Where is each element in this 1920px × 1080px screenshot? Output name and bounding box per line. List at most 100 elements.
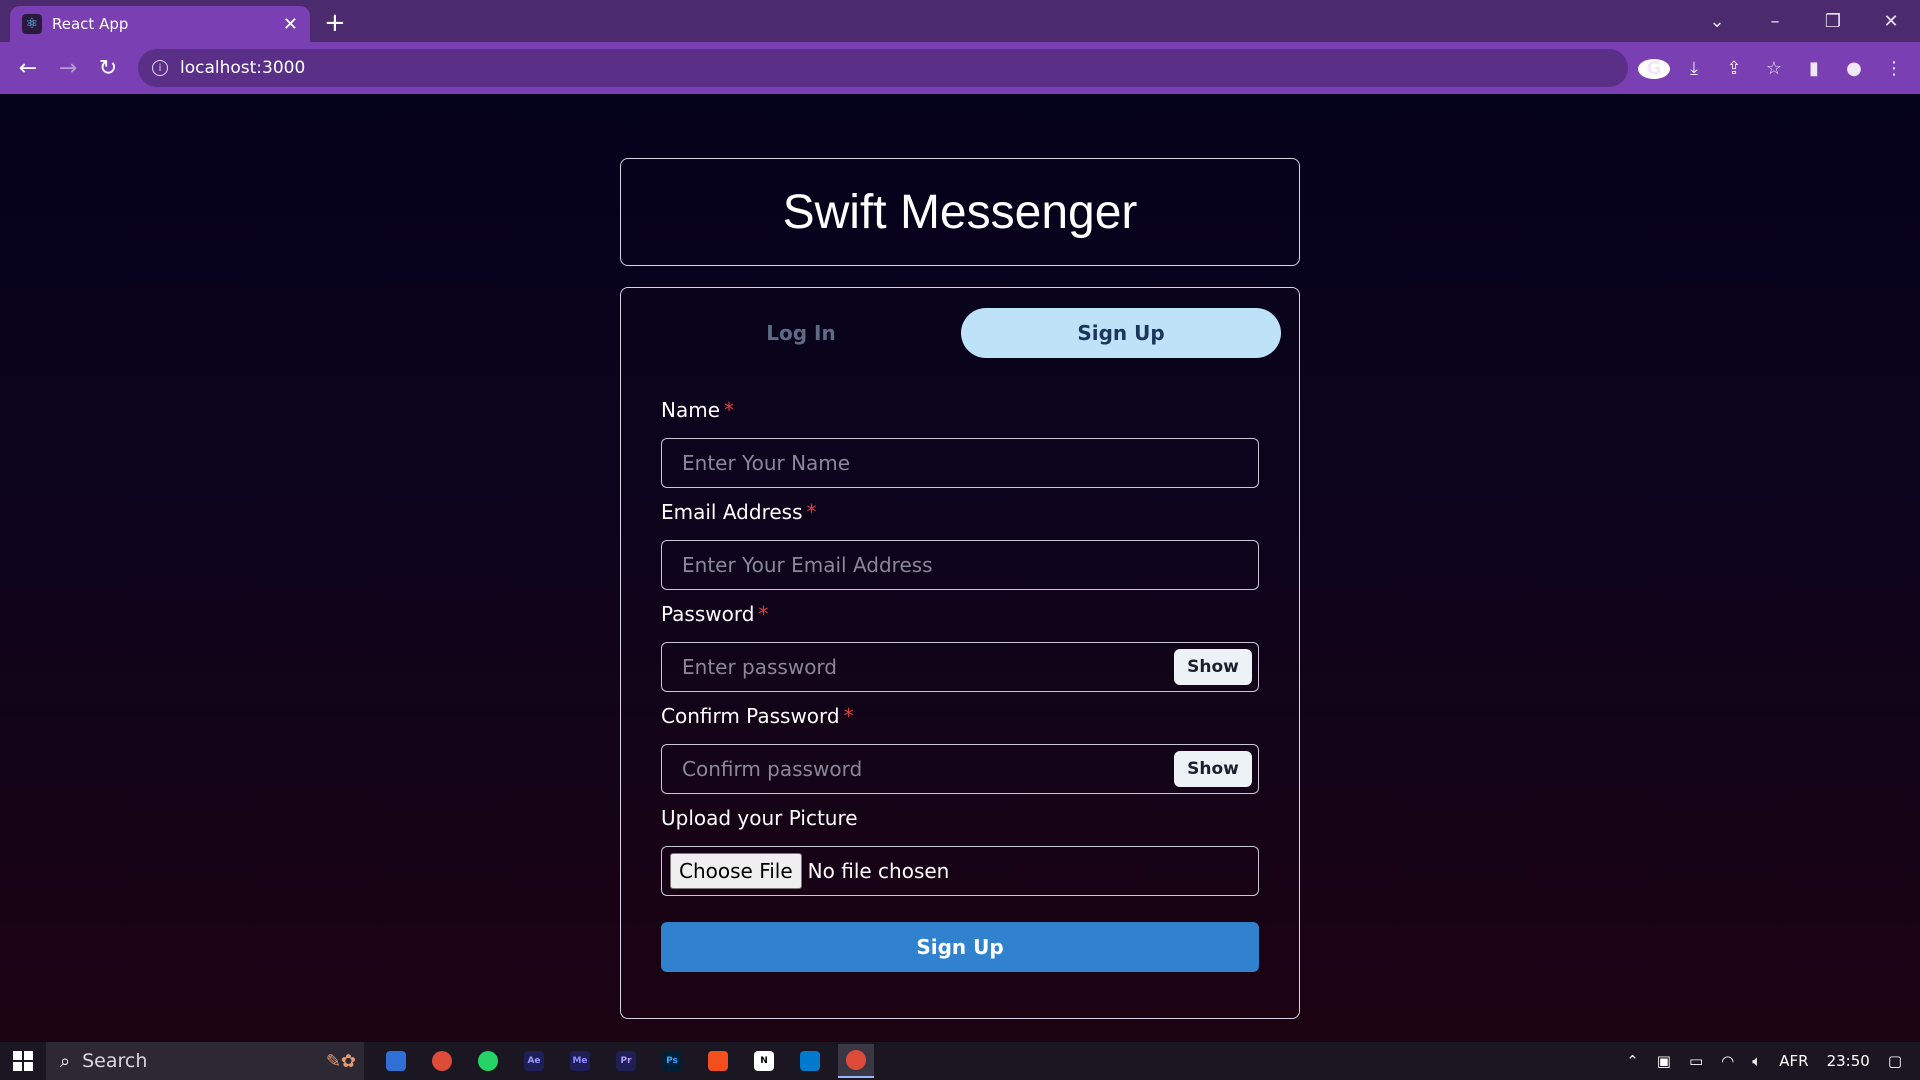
taskbar-app-figma[interactable] <box>700 1044 736 1078</box>
restore-icon[interactable]: ❐ <box>1804 11 1862 32</box>
show-confirm-password-button[interactable]: Show <box>1174 751 1252 787</box>
confirm-password-input[interactable]: Confirm password Show <box>661 744 1259 794</box>
taskbar-app-whatsapp[interactable] <box>470 1044 506 1078</box>
app-icon <box>386 1051 406 1071</box>
meet-now-icon[interactable]: ▣ <box>1657 1052 1671 1070</box>
tab-login[interactable]: Log In <box>641 308 961 358</box>
chrome-icon <box>846 1050 866 1070</box>
wifi-icon[interactable]: ◠ <box>1721 1052 1734 1070</box>
taskbar-app-premiere[interactable]: Pr <box>608 1044 644 1078</box>
chrome-icon <box>432 1051 452 1071</box>
windows-start-button[interactable] <box>0 1042 46 1080</box>
required-mark: * <box>843 704 854 728</box>
taskbar-search[interactable]: ⌕ Search ✎✿ <box>46 1042 364 1080</box>
chevron-down-icon[interactable]: ⌄ <box>1688 11 1746 32</box>
taskbar-app-media-encoder[interactable]: Me <box>562 1044 598 1078</box>
picture-input[interactable]: Choose File No file chosen <box>661 846 1259 896</box>
title-card: Swift Messenger <box>620 158 1300 266</box>
url-text: localhost:3000 <box>180 58 306 78</box>
reload-icon[interactable]: ↻ <box>88 56 128 81</box>
show-password-button[interactable]: Show <box>1174 649 1252 685</box>
email-label: Email Address * <box>661 500 817 524</box>
taskbar-app-chrome-running[interactable] <box>838 1044 874 1078</box>
taskbar-app-vscode[interactable] <box>792 1044 828 1078</box>
plus-icon[interactable]: + <box>324 8 346 38</box>
minimize-icon[interactable]: – <box>1746 11 1804 32</box>
taskbar-search-label: Search <box>82 1050 148 1072</box>
toolbar-icons: G ⤓ ⇪ ☆ ▮ ● ⋮ <box>1638 42 1910 94</box>
figma-icon <box>708 1051 728 1071</box>
share-icon[interactable]: ⇪ <box>1718 58 1750 79</box>
profile-icon[interactable]: ● <box>1838 58 1870 79</box>
star-icon[interactable]: ☆ <box>1758 58 1790 79</box>
confirm-password-placeholder: Confirm password <box>682 757 863 781</box>
search-icon: ⌕ <box>60 1050 71 1072</box>
file-status: No file chosen <box>807 859 950 883</box>
tab-title: React App <box>52 15 129 33</box>
taskbar: ⌕ Search ✎✿ Ae Me Pr Ps N ⌃ ▣ ▭ ◠ 🔈︎ AFR… <box>0 1042 1920 1080</box>
browser-tab[interactable]: ⚛ React App ✕ <box>10 6 310 42</box>
taskbar-app-chrome[interactable] <box>424 1044 460 1078</box>
taskbar-app-photoshop[interactable]: Ps <box>654 1044 690 1078</box>
window-controls: ⌄ – ❐ ✕ <box>1688 0 1920 42</box>
choose-file-button[interactable]: Choose File <box>670 853 802 889</box>
page-title: Swift Messenger <box>782 185 1138 239</box>
password-label: Password * <box>661 602 769 626</box>
browser-tab-strip: ⚛ React App ✕ + ⌄ – ❐ ✕ <box>0 0 1920 42</box>
photoshop-icon: Ps <box>662 1051 682 1071</box>
notifications-icon[interactable]: ▢ <box>1888 1052 1902 1070</box>
chevron-up-icon[interactable]: ⌃ <box>1626 1052 1639 1070</box>
required-mark: * <box>806 500 817 524</box>
password-placeholder: Enter password <box>682 655 837 679</box>
premiere-icon: Pr <box>616 1051 636 1071</box>
auth-card: Log In Sign Up Name * Enter Your Name Ema… <box>620 287 1300 1019</box>
taskbar-app-notion[interactable]: N <box>746 1044 782 1078</box>
language-indicator[interactable]: AFR <box>1779 1052 1808 1070</box>
forward-icon[interactable]: → <box>48 56 88 81</box>
media-encoder-icon: Me <box>570 1051 590 1071</box>
name-field: Name * Enter Your Name <box>661 398 1259 488</box>
tab-signup[interactable]: Sign Up <box>961 308 1281 358</box>
battery-icon[interactable]: ▭ <box>1689 1052 1703 1070</box>
name-label: Name * <box>661 398 735 422</box>
install-icon[interactable]: ⤓ <box>1678 58 1710 79</box>
notion-icon: N <box>754 1051 774 1071</box>
confirm-password-field: Confirm Password * Confirm password Show <box>661 704 1259 794</box>
close-icon[interactable]: ✕ <box>283 14 298 35</box>
whatsapp-icon <box>478 1051 498 1071</box>
email-field: Email Address * Enter Your Email Address <box>661 500 1259 590</box>
react-logo-icon: ⚛ <box>22 14 42 34</box>
auth-tabs: Log In Sign Up <box>641 308 1281 358</box>
search-highlight-icon: ✎✿ <box>325 1050 356 1072</box>
address-bar: ← → ↻ i localhost:3000 G ⤓ ⇪ ☆ ▮ ● ⋮ <box>0 42 1920 94</box>
email-input[interactable]: Enter Your Email Address <box>661 540 1259 590</box>
taskbar-apps: Ae Me Pr Ps N <box>378 1044 874 1078</box>
page-content: Swift Messenger Log In Sign Up Name * Ent… <box>0 94 1920 1042</box>
password-field: Password * Enter password Show <box>661 602 1259 692</box>
required-mark: * <box>724 398 735 422</box>
after-effects-icon: Ae <box>524 1051 544 1071</box>
name-placeholder: Enter Your Name <box>682 451 851 475</box>
vscode-icon <box>800 1051 820 1071</box>
confirm-password-label: Confirm Password * <box>661 704 854 728</box>
signup-submit-button[interactable]: Sign Up <box>661 922 1259 972</box>
system-tray: ⌃ ▣ ▭ ◠ 🔈︎ AFR 23:50 ▢ <box>1617 1042 1920 1080</box>
taskbar-app-after-effects[interactable]: Ae <box>516 1044 552 1078</box>
google-icon[interactable]: G <box>1638 58 1670 79</box>
url-input[interactable]: i localhost:3000 <box>138 49 1628 87</box>
menu-icon[interactable]: ⋮ <box>1878 58 1910 79</box>
clock[interactable]: 23:50 <box>1827 1052 1870 1070</box>
window-close-icon[interactable]: ✕ <box>1862 11 1920 32</box>
back-icon[interactable]: ← <box>8 56 48 81</box>
picture-label: Upload your Picture <box>661 806 858 830</box>
sidepanel-icon[interactable]: ▮ <box>1798 58 1830 79</box>
info-icon[interactable]: i <box>152 60 168 76</box>
taskbar-app-files[interactable] <box>378 1044 414 1078</box>
password-input[interactable]: Enter password Show <box>661 642 1259 692</box>
windows-logo-icon <box>13 1051 33 1071</box>
picture-field: Upload your Picture Choose File No file … <box>661 806 1259 896</box>
name-input[interactable]: Enter Your Name <box>661 438 1259 488</box>
required-mark: * <box>758 602 769 626</box>
email-placeholder: Enter Your Email Address <box>682 553 933 577</box>
volume-icon[interactable]: 🔈︎ <box>1752 1052 1761 1070</box>
